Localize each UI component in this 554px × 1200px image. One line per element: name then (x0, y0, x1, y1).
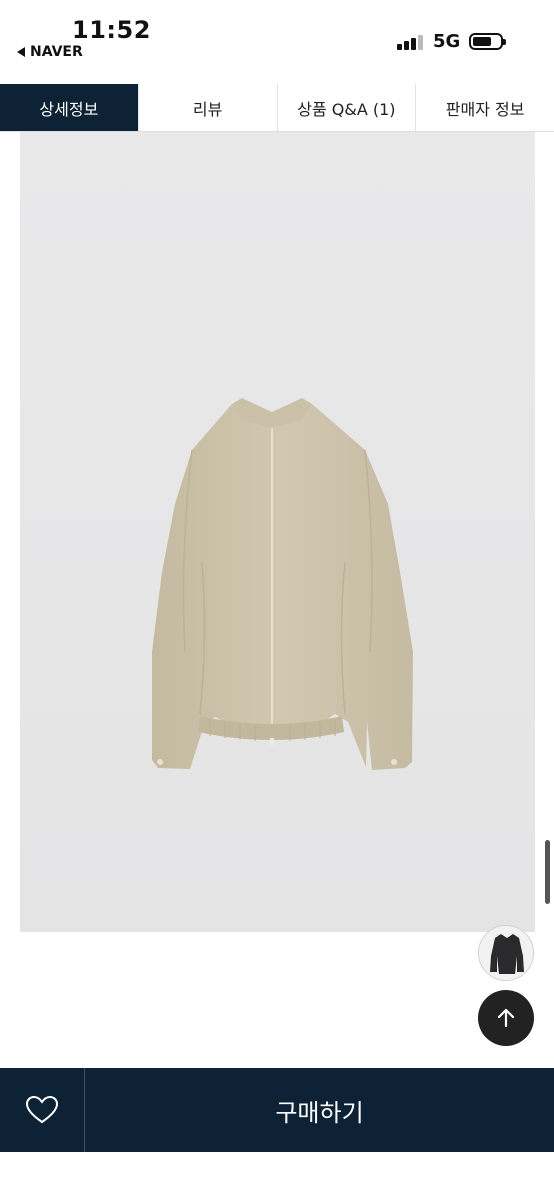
back-app-label: NAVER (30, 44, 83, 60)
tab-bar: 상세정보 리뷰 상품 Q&A (1) 판매자 정보 (0, 84, 554, 132)
arrow-up-icon (497, 1008, 515, 1028)
tab-details[interactable]: 상세정보 (0, 84, 138, 131)
back-to-app-link[interactable]: NAVER (17, 44, 83, 60)
bottom-safe-area (0, 1152, 554, 1200)
status-time: 11:52 (72, 16, 151, 44)
status-bar: 11:52 NAVER 5G (0, 0, 554, 84)
scroll-top-button[interactable] (478, 990, 534, 1046)
network-label: 5G (433, 31, 461, 52)
product-image (20, 132, 535, 932)
back-arrow-icon (17, 47, 25, 57)
purchase-bar: 구매하기 (0, 1068, 554, 1152)
tab-seller-info[interactable]: 판매자 정보 (415, 84, 554, 131)
tab-qna[interactable]: 상품 Q&A (1) (276, 84, 416, 131)
wishlist-button[interactable] (0, 1068, 85, 1152)
tab-reviews[interactable]: 리뷰 (137, 84, 277, 131)
heart-icon (25, 1095, 59, 1124)
jacket-photo-icon (20, 132, 535, 932)
product-thumbnail-button[interactable] (478, 925, 534, 981)
coat-thumbnail-icon (479, 926, 533, 980)
signal-icon (397, 34, 423, 50)
battery-icon (469, 33, 506, 50)
buy-button[interactable]: 구매하기 (85, 1068, 554, 1152)
scroll-indicator[interactable] (545, 840, 550, 904)
